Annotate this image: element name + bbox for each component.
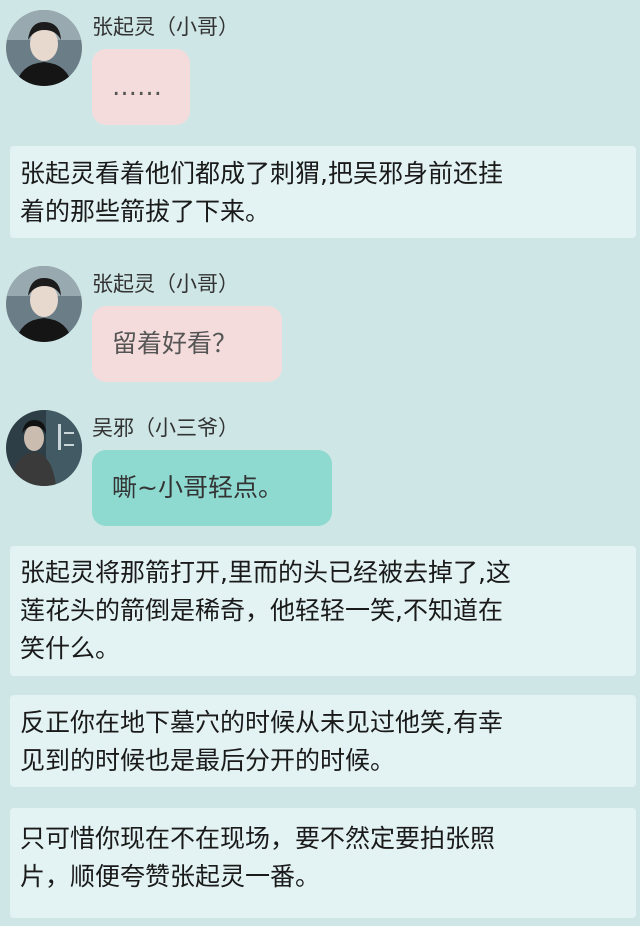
narration-line: 只可惜你现在不在现场，要不然定要拍张照 <box>20 824 496 853</box>
narration-line: 片，顺便夸赞张起灵一番。 <box>20 862 321 891</box>
sender-name: 吴邪（小三爷） <box>92 416 239 440</box>
narration-line: 张起灵将那箭打开,里而的头已经被去掉了,这 <box>20 558 511 587</box>
narration-line: 着的那些箭拔了下来。 <box>20 197 271 226</box>
narration-line: 笑什么。 <box>20 634 121 663</box>
narration-line: 反正你在地下墓穴的时候从未见过他笑,有幸 <box>20 708 503 737</box>
message-bubble[interactable]: 嘶~小哥轻点。 <box>92 450 332 526</box>
narration-line: 莲花头的箭倒是稀奇，他轻轻一笑,不知道在 <box>20 596 503 625</box>
message-bubble[interactable]: 留着好看？ <box>92 306 282 382</box>
sender-name: 张起灵（小哥） <box>92 15 239 39</box>
narration-line: 张起灵看着他们都成了刺猬,把吴邪身前还挂 <box>20 159 503 188</box>
sender-name: 张起灵（小哥） <box>92 272 239 296</box>
message-bubble[interactable]: …… <box>92 49 190 125</box>
narration-block: 只可惜你现在不在现场，要不然定要拍张照 片，顺便夸赞张起灵一番。 <box>10 808 636 918</box>
narration-block: 张起灵将那箭打开,里而的头已经被去掉了,这 莲花头的箭倒是稀奇，他轻轻一笑,不知… <box>10 546 636 676</box>
narration-block: 张起灵看着他们都成了刺猬,把吴邪身前还挂 着的那些箭拔了下来。 <box>10 146 636 238</box>
avatar-zhang-qiling[interactable] <box>6 266 82 342</box>
narration-line: 见到的时候也是最后分开的时候。 <box>20 746 396 775</box>
narration-block: 反正你在地下墓穴的时候从未见过他笑,有幸 见到的时候也是最后分开的时候。 <box>10 695 636 787</box>
avatar-zhang-qiling[interactable] <box>6 10 82 86</box>
avatar-wu-xie[interactable] <box>6 410 82 486</box>
